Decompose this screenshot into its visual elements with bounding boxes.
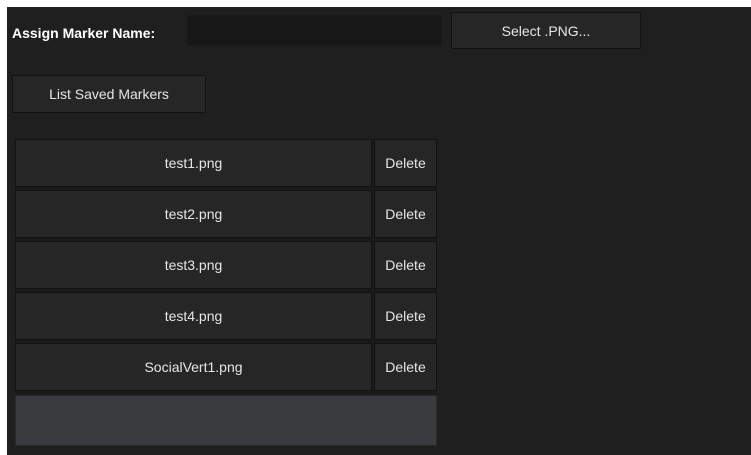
- select-png-button[interactable]: Select .PNG...: [451, 12, 641, 49]
- marker-file-name: SocialVert1.png: [144, 359, 243, 375]
- marker-file-button[interactable]: test2.png: [15, 190, 372, 238]
- marker-file-button[interactable]: test4.png: [15, 292, 372, 340]
- delete-button-label: Delete: [385, 359, 426, 375]
- marker-file-name: test1.png: [164, 155, 223, 171]
- delete-marker-button[interactable]: Delete: [374, 343, 437, 391]
- delete-button-label: Delete: [385, 155, 426, 171]
- marker-file-button[interactable]: test3.png: [15, 241, 372, 289]
- list-item: test1.png Delete: [15, 139, 437, 187]
- marker-panel: Assign Marker Name: Select .PNG... List …: [7, 7, 751, 455]
- marker-file-button[interactable]: test1.png: [15, 139, 372, 187]
- delete-marker-button[interactable]: Delete: [374, 241, 437, 289]
- list-item: test4.png Delete: [15, 292, 437, 340]
- marker-file-name: test3.png: [164, 257, 223, 273]
- saved-markers-list: test1.png Delete test2.png Delete test3.…: [15, 139, 437, 446]
- marker-name-label: Assign Marker Name:: [12, 25, 156, 41]
- delete-button-label: Delete: [385, 308, 426, 324]
- delete-marker-button[interactable]: Delete: [374, 190, 437, 238]
- list-empty-area: [15, 395, 437, 446]
- delete-marker-button[interactable]: Delete: [374, 139, 437, 187]
- list-saved-markers-button-label: List Saved Markers: [49, 86, 169, 102]
- marker-name-input[interactable]: [187, 15, 442, 46]
- select-png-button-label: Select .PNG...: [501, 22, 591, 39]
- list-saved-markers-button[interactable]: List Saved Markers: [12, 75, 206, 113]
- marker-file-name: test4.png: [164, 308, 223, 324]
- delete-button-label: Delete: [385, 206, 426, 222]
- delete-marker-button[interactable]: Delete: [374, 292, 437, 340]
- delete-button-label: Delete: [385, 257, 426, 273]
- marker-file-button[interactable]: SocialVert1.png: [15, 343, 372, 391]
- list-item: test3.png Delete: [15, 241, 437, 289]
- list-item: SocialVert1.png Delete: [15, 343, 437, 391]
- marker-file-name: test2.png: [164, 206, 223, 222]
- list-item: test2.png Delete: [15, 190, 437, 238]
